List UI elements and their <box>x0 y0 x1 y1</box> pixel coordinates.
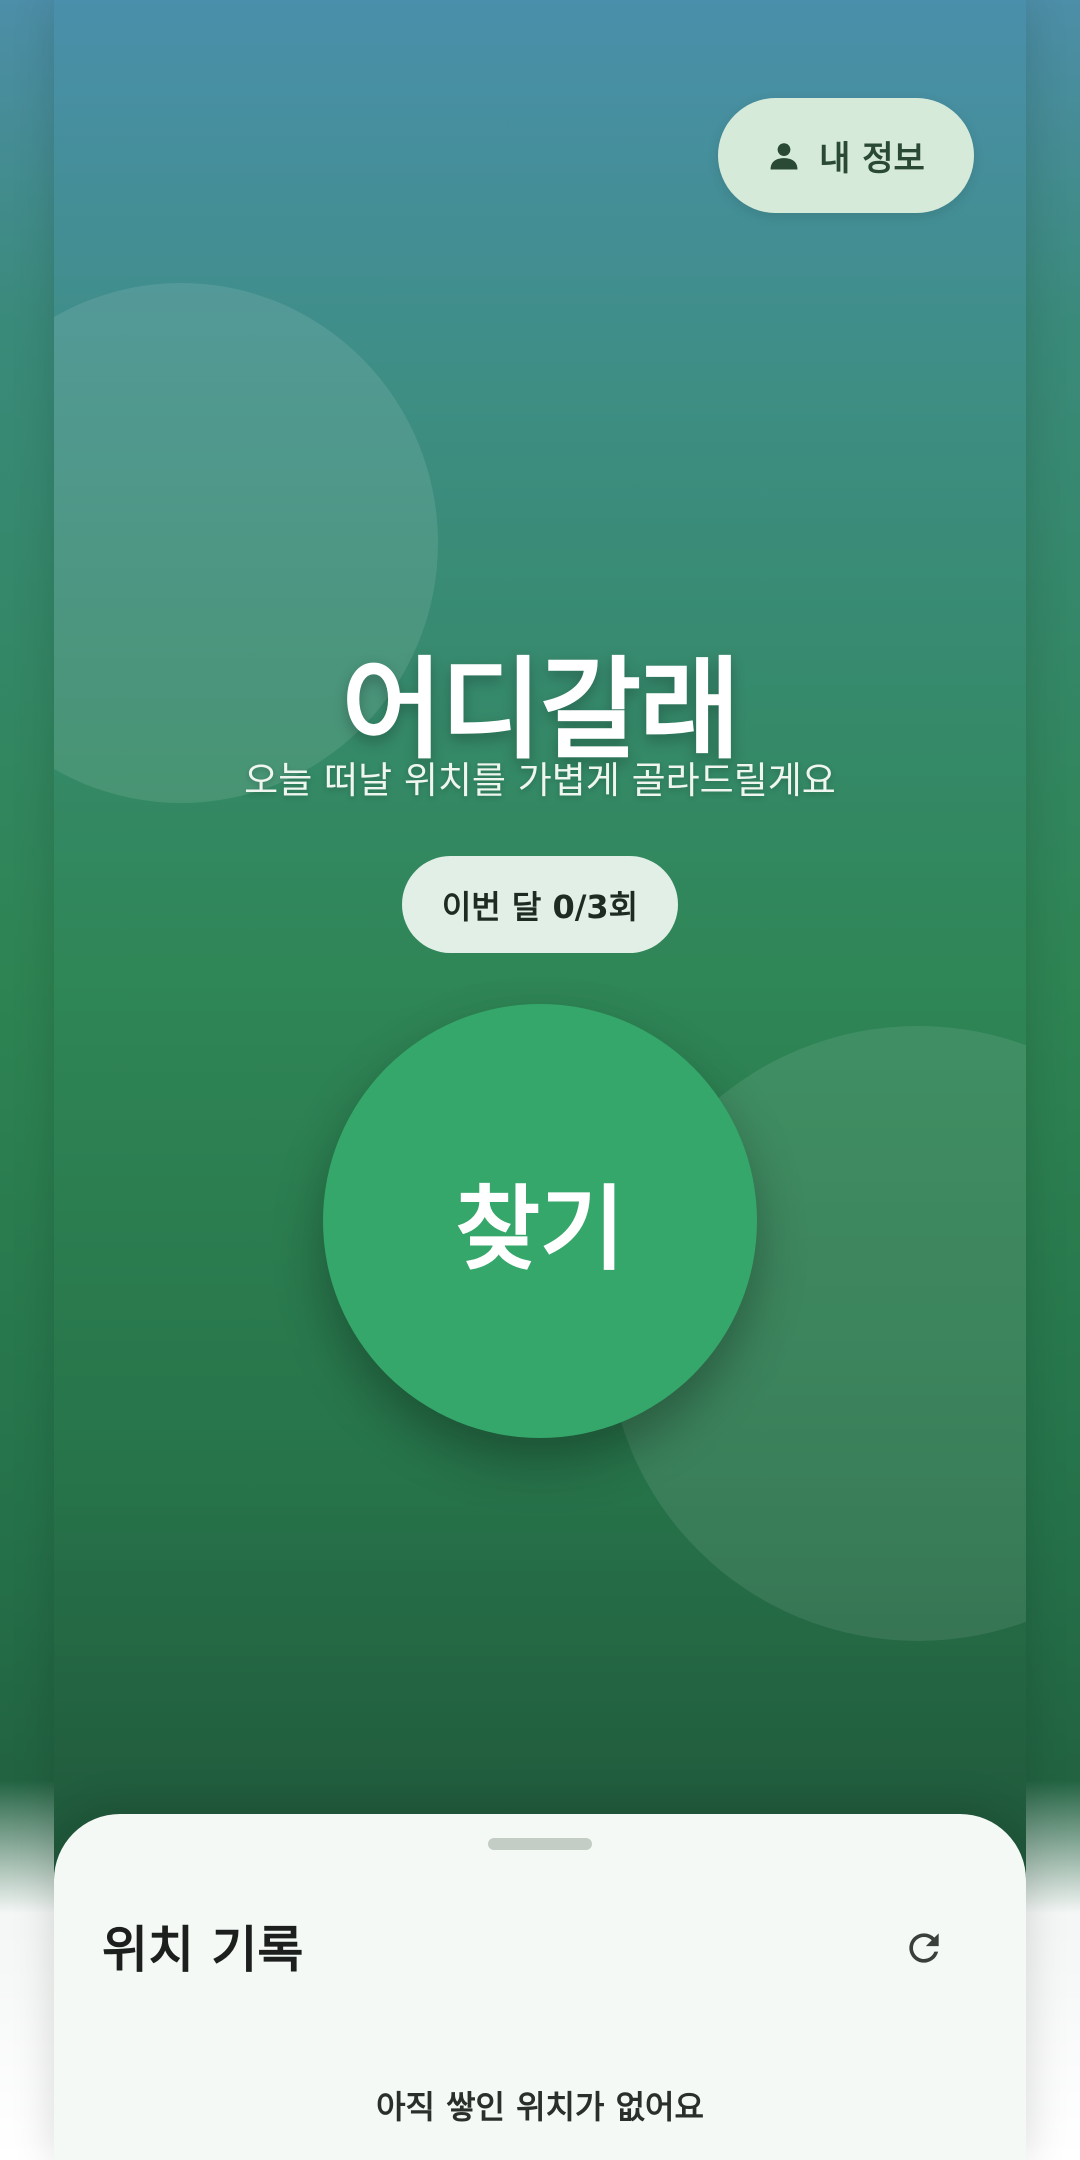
sheet-drag-handle[interactable] <box>488 1838 592 1850</box>
refresh-button[interactable] <box>892 1916 956 1980</box>
location-history-sheet: 위치 기록 아직 쌓인 위치가 없어요 <box>54 1814 1026 2160</box>
my-info-button[interactable]: 내 정보 <box>718 98 974 213</box>
app-screen: 내 정보 어디갈래 오늘 떠날 위치를 가볍게 골라드릴게요 이번 달 0/3회… <box>54 0 1026 2160</box>
find-button[interactable]: 찾기 <box>323 1004 757 1438</box>
empty-history-message: 아직 쌓인 위치가 없어요 <box>376 2088 704 2126</box>
left-edge-fade <box>0 1780 54 2160</box>
app-subtitle: 오늘 떠날 위치를 가볍게 골라드릴게요 <box>244 759 836 802</box>
monthly-quota-badge: 이번 달 0/3회 <box>402 856 678 953</box>
right-edge-fade <box>1026 1780 1080 2160</box>
person-icon <box>767 139 801 173</box>
refresh-icon <box>902 1926 946 1970</box>
my-info-label: 내 정보 <box>819 139 925 179</box>
history-title: 위치 기록 <box>102 1921 304 1979</box>
